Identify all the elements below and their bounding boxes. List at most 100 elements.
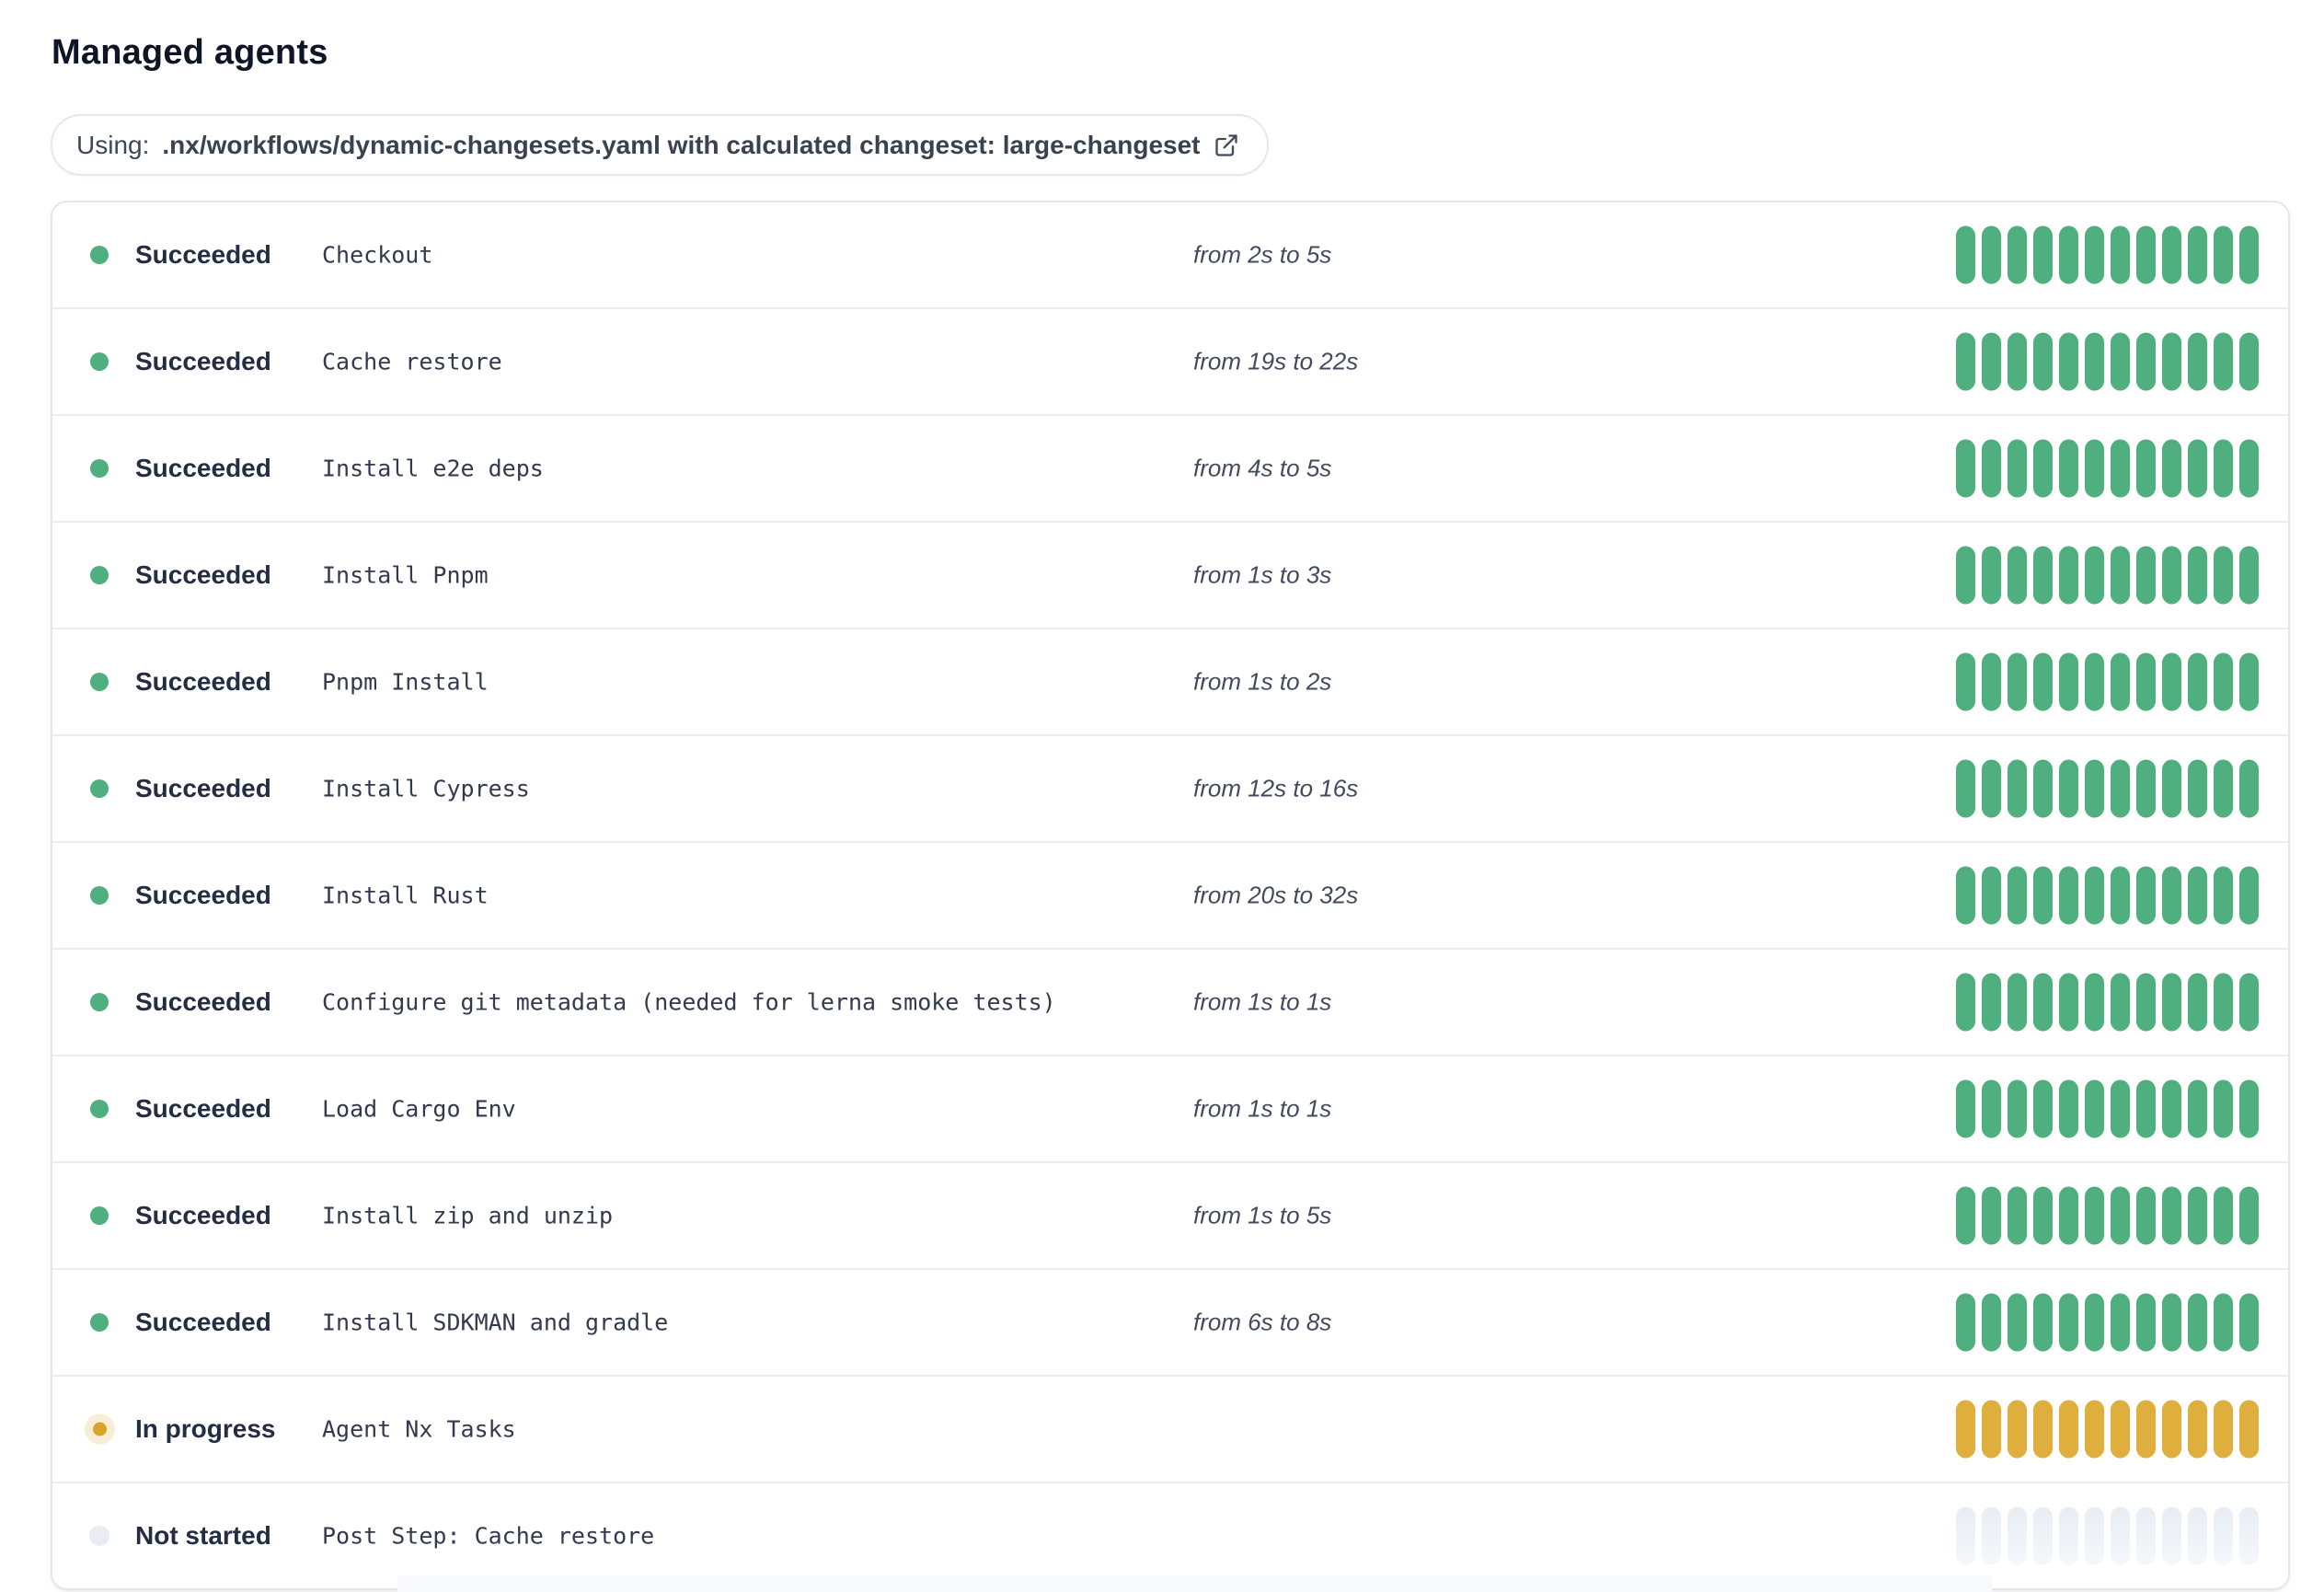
progress-segment xyxy=(2033,1186,2053,1245)
status-dot xyxy=(90,779,109,798)
progress-segment xyxy=(1982,546,2001,605)
progress-segment xyxy=(1956,973,1975,1032)
progress-segment xyxy=(2008,439,2027,498)
status-label: In progress xyxy=(135,1414,276,1443)
progress-segment xyxy=(2188,1293,2207,1352)
progress-segment xyxy=(2136,1400,2156,1459)
progress-segments xyxy=(1956,759,2259,818)
agent-step-row[interactable]: Succeeded Install Cypress from 12s to 16… xyxy=(52,734,2288,841)
progress-segment xyxy=(2162,866,2181,925)
agent-step-row[interactable]: Succeeded Install SDKMAN and gradle from… xyxy=(52,1268,2288,1375)
status-dot xyxy=(89,1526,109,1546)
progress-segment xyxy=(2162,439,2181,498)
status-label: Not started xyxy=(135,1521,271,1550)
step-name: Install zip and unzip xyxy=(322,1202,614,1229)
progress-segment xyxy=(2188,866,2207,925)
agent-step-row[interactable]: Succeeded Install zip and unzip from 1s … xyxy=(52,1161,2288,1268)
progress-segment xyxy=(2059,1293,2078,1352)
workflow-banner[interactable]: Using: .nx/workflows/dynamic-changesets.… xyxy=(51,114,1269,176)
progress-segment xyxy=(1982,225,2001,284)
progress-segment xyxy=(2214,759,2233,818)
agent-step-row[interactable]: Succeeded Configure git metadata (needed… xyxy=(52,948,2288,1055)
progress-segment xyxy=(2008,866,2027,925)
status-label: Succeeded xyxy=(135,1308,271,1336)
progress-segment xyxy=(1956,1293,1975,1352)
progress-segment xyxy=(2188,1400,2207,1459)
progress-segment xyxy=(2085,1293,2104,1352)
agents-steps-card: Succeeded Checkout from 2s to 5s Succeed… xyxy=(51,201,2290,1590)
progress-segment xyxy=(2008,759,2027,818)
progress-segment xyxy=(2033,1400,2053,1459)
agent-step-row[interactable]: In progress Agent Nx Tasks xyxy=(52,1375,2288,1482)
progress-segment xyxy=(2111,652,2130,711)
progress-segment xyxy=(2214,1293,2233,1352)
progress-segment xyxy=(1956,1079,1975,1138)
progress-segment xyxy=(2085,866,2104,925)
progress-segment xyxy=(2239,439,2259,498)
step-name: Install Cypress xyxy=(322,775,530,802)
status-label: Succeeded xyxy=(135,560,271,589)
progress-segment xyxy=(2162,1293,2181,1352)
agent-step-row[interactable]: Succeeded Cache restore from 19s to 22s xyxy=(52,307,2288,414)
progress-segment xyxy=(2059,439,2078,498)
agent-step-row[interactable]: Succeeded Checkout from 2s to 5s xyxy=(52,202,2288,307)
progress-segment xyxy=(2111,759,2130,818)
progress-segment xyxy=(1982,1079,2001,1138)
progress-segment xyxy=(2059,759,2078,818)
progress-segment xyxy=(2111,546,2130,605)
progress-segment xyxy=(2059,652,2078,711)
progress-segment xyxy=(2239,1400,2259,1459)
progress-segment xyxy=(2136,439,2156,498)
progress-segment xyxy=(2111,1186,2130,1245)
agent-step-row[interactable]: Succeeded Install Pnpm from 1s to 3s xyxy=(52,521,2288,628)
progress-segment xyxy=(2162,1079,2181,1138)
progress-segment xyxy=(2059,225,2078,284)
step-duration: from 6s to 8s xyxy=(1193,1308,1332,1336)
step-name: Install Rust xyxy=(322,882,489,909)
progress-segments xyxy=(1956,1186,2259,1245)
progress-segment xyxy=(2188,1079,2207,1138)
status-dot xyxy=(90,1206,109,1225)
progress-segment xyxy=(2136,1186,2156,1245)
progress-segment xyxy=(2059,866,2078,925)
progress-segment xyxy=(2111,1079,2130,1138)
progress-segment xyxy=(2008,225,2027,284)
progress-segments xyxy=(1956,1079,2259,1138)
progress-segment xyxy=(1982,1293,2001,1352)
progress-segment xyxy=(2059,546,2078,605)
progress-segment xyxy=(2214,546,2233,605)
progress-segment xyxy=(2214,1079,2233,1138)
progress-segment xyxy=(2111,973,2130,1032)
progress-segment xyxy=(2085,1400,2104,1459)
progress-segment xyxy=(2188,1506,2207,1565)
workflow-banner-prefix: Using: xyxy=(76,130,150,159)
agent-step-row[interactable]: Not started Post Step: Cache restore xyxy=(52,1482,2288,1588)
progress-segment xyxy=(2162,1186,2181,1245)
progress-segment xyxy=(2008,1506,2027,1565)
progress-segment xyxy=(2162,1400,2181,1459)
progress-segment xyxy=(2008,332,2027,391)
status-dot xyxy=(90,886,109,905)
progress-segment xyxy=(2033,332,2053,391)
progress-segment xyxy=(1956,1186,1975,1245)
progress-segment xyxy=(2085,652,2104,711)
progress-segment xyxy=(2239,1506,2259,1565)
step-name: Agent Nx Tasks xyxy=(322,1415,516,1443)
progress-segment xyxy=(2136,1079,2156,1138)
agent-step-row[interactable]: Succeeded Install Rust from 20s to 32s xyxy=(52,841,2288,948)
status-dot xyxy=(90,246,109,264)
agent-step-row[interactable]: Succeeded Install e2e deps from 4s to 5s xyxy=(52,414,2288,521)
progress-segment xyxy=(2136,652,2156,711)
progress-segment xyxy=(1956,1506,1975,1565)
progress-segment xyxy=(1982,332,2001,391)
agent-step-row[interactable]: Succeeded Load Cargo Env from 1s to 1s xyxy=(52,1055,2288,1161)
progress-segment xyxy=(2136,1506,2156,1565)
external-link-icon[interactable] xyxy=(1214,133,1239,158)
agent-step-row[interactable]: Succeeded Pnpm Install from 1s to 2s xyxy=(52,628,2288,734)
status-dot xyxy=(90,459,109,478)
status-label: Succeeded xyxy=(135,881,271,909)
progress-segment xyxy=(2136,866,2156,925)
progress-segment xyxy=(2033,1506,2053,1565)
progress-segments xyxy=(1956,652,2259,711)
status-label: Succeeded xyxy=(135,1201,271,1229)
